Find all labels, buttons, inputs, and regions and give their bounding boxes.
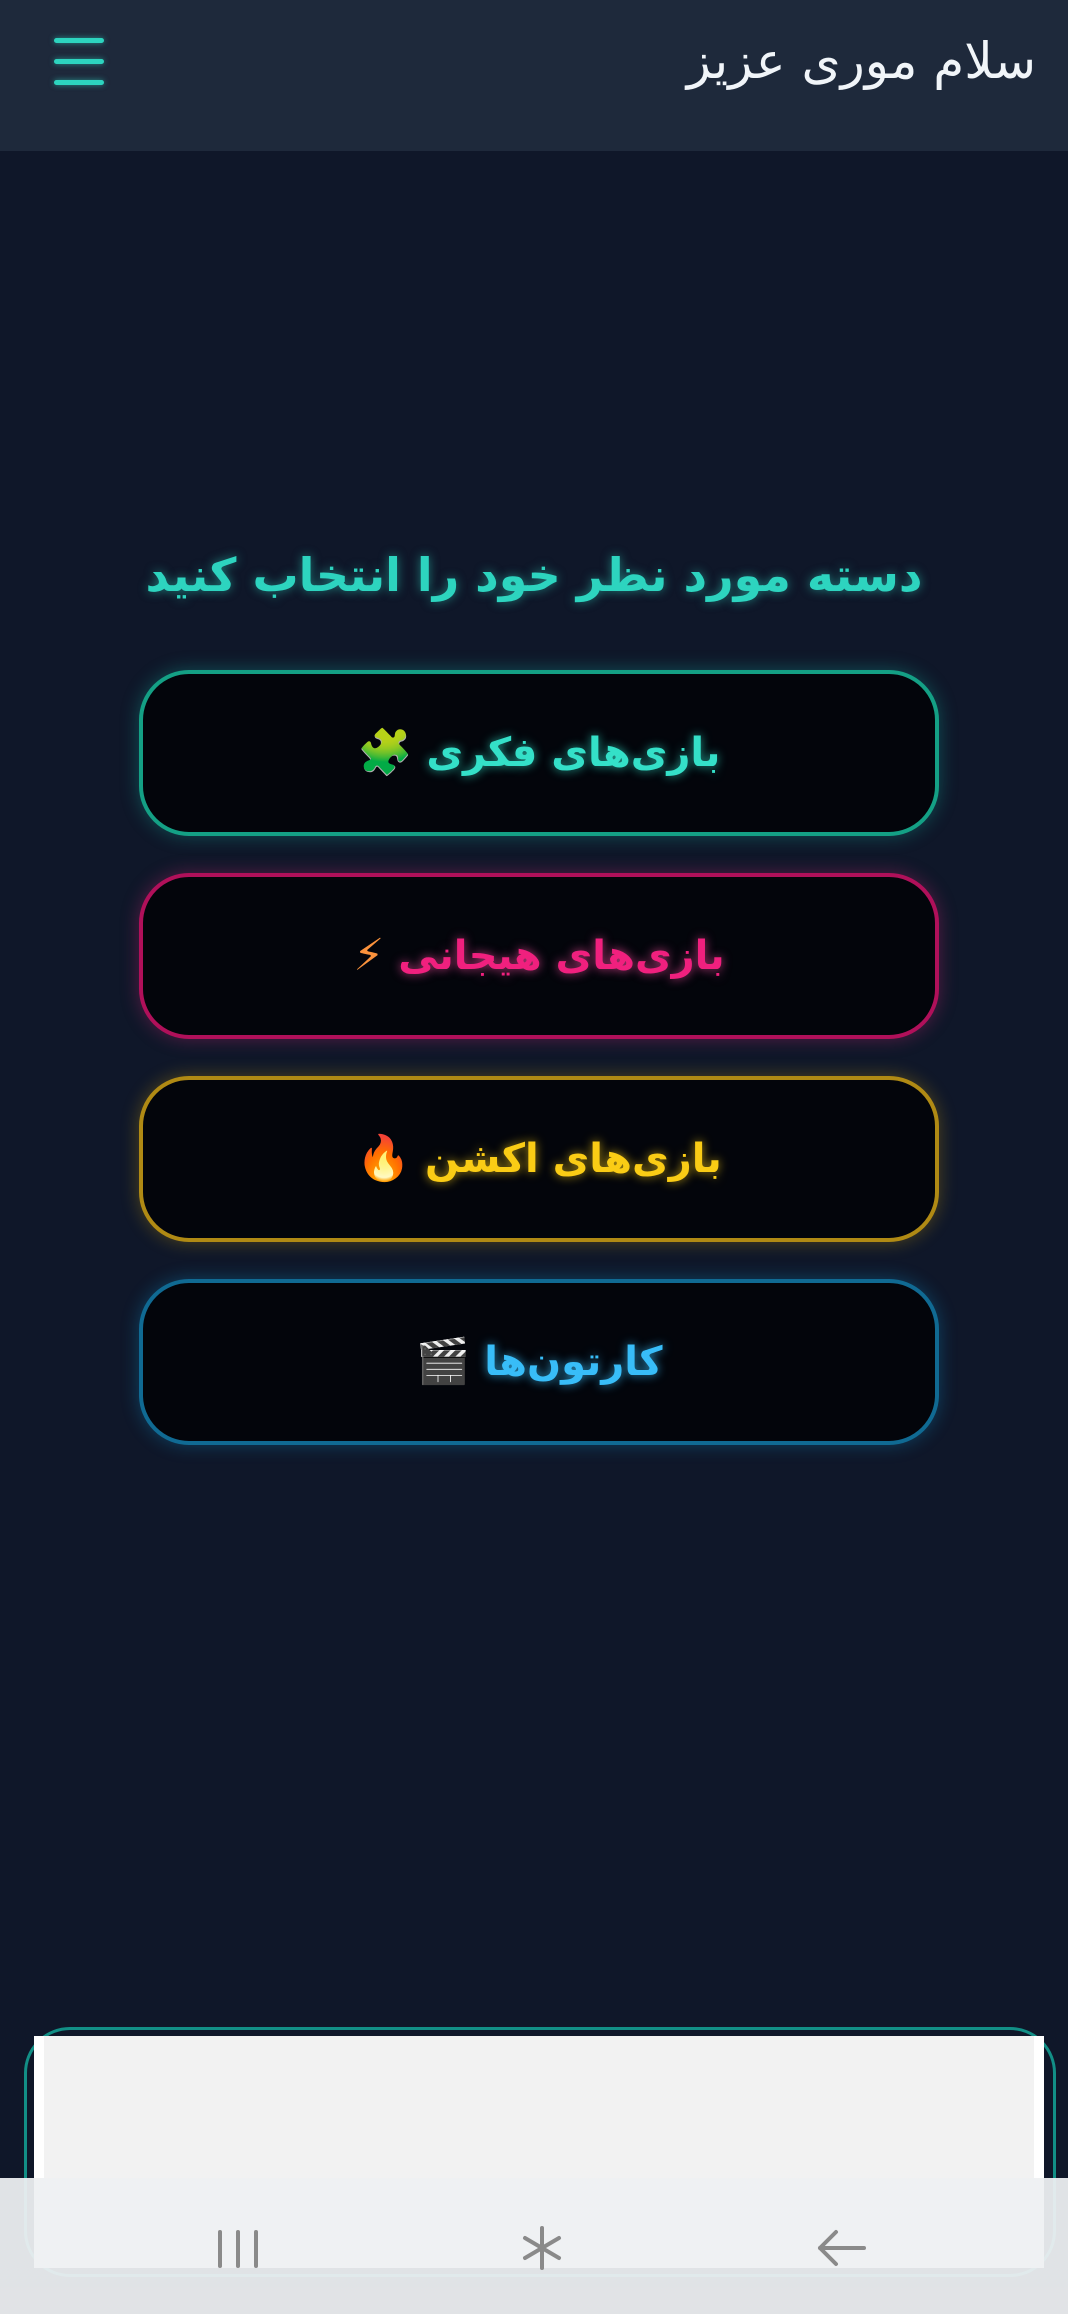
greeting-title: سلام موری عزیز (686, 32, 1036, 90)
back-arrow-icon[interactable] (802, 2218, 882, 2278)
category-label: بازی‌های هیجانی (398, 933, 725, 979)
category-label: کارتون‌ها (484, 1339, 663, 1385)
category-thinking-games-button[interactable]: بازی‌های فکری 🧩 (139, 670, 939, 836)
category-action-games-button[interactable]: بازی‌های اکشن 🔥 (139, 1076, 939, 1242)
category-label: بازی‌های فکری (426, 730, 721, 776)
clapperboard-icon: 🎬 (415, 1336, 471, 1387)
system-navigation-bar (0, 2178, 1068, 2314)
category-prompt: دسته مورد نظر خود را انتخاب کنید (145, 548, 923, 602)
hamburger-menu-icon[interactable] (50, 34, 110, 90)
category-label: بازی‌های اکشن (425, 1136, 722, 1182)
app-header: سلام موری عزیز (0, 0, 1068, 151)
puzzle-icon: 🧩 (357, 727, 413, 778)
lightning-icon: ⚡ (353, 930, 385, 981)
home-icon[interactable] (502, 2218, 582, 2278)
recent-apps-icon[interactable] (198, 2218, 278, 2278)
category-exciting-games-button[interactable]: بازی‌های هیجانی ⚡ (139, 873, 939, 1039)
category-cartoons-button[interactable]: کارتون‌ها 🎬 (139, 1279, 939, 1445)
fire-icon: 🔥 (356, 1133, 412, 1184)
